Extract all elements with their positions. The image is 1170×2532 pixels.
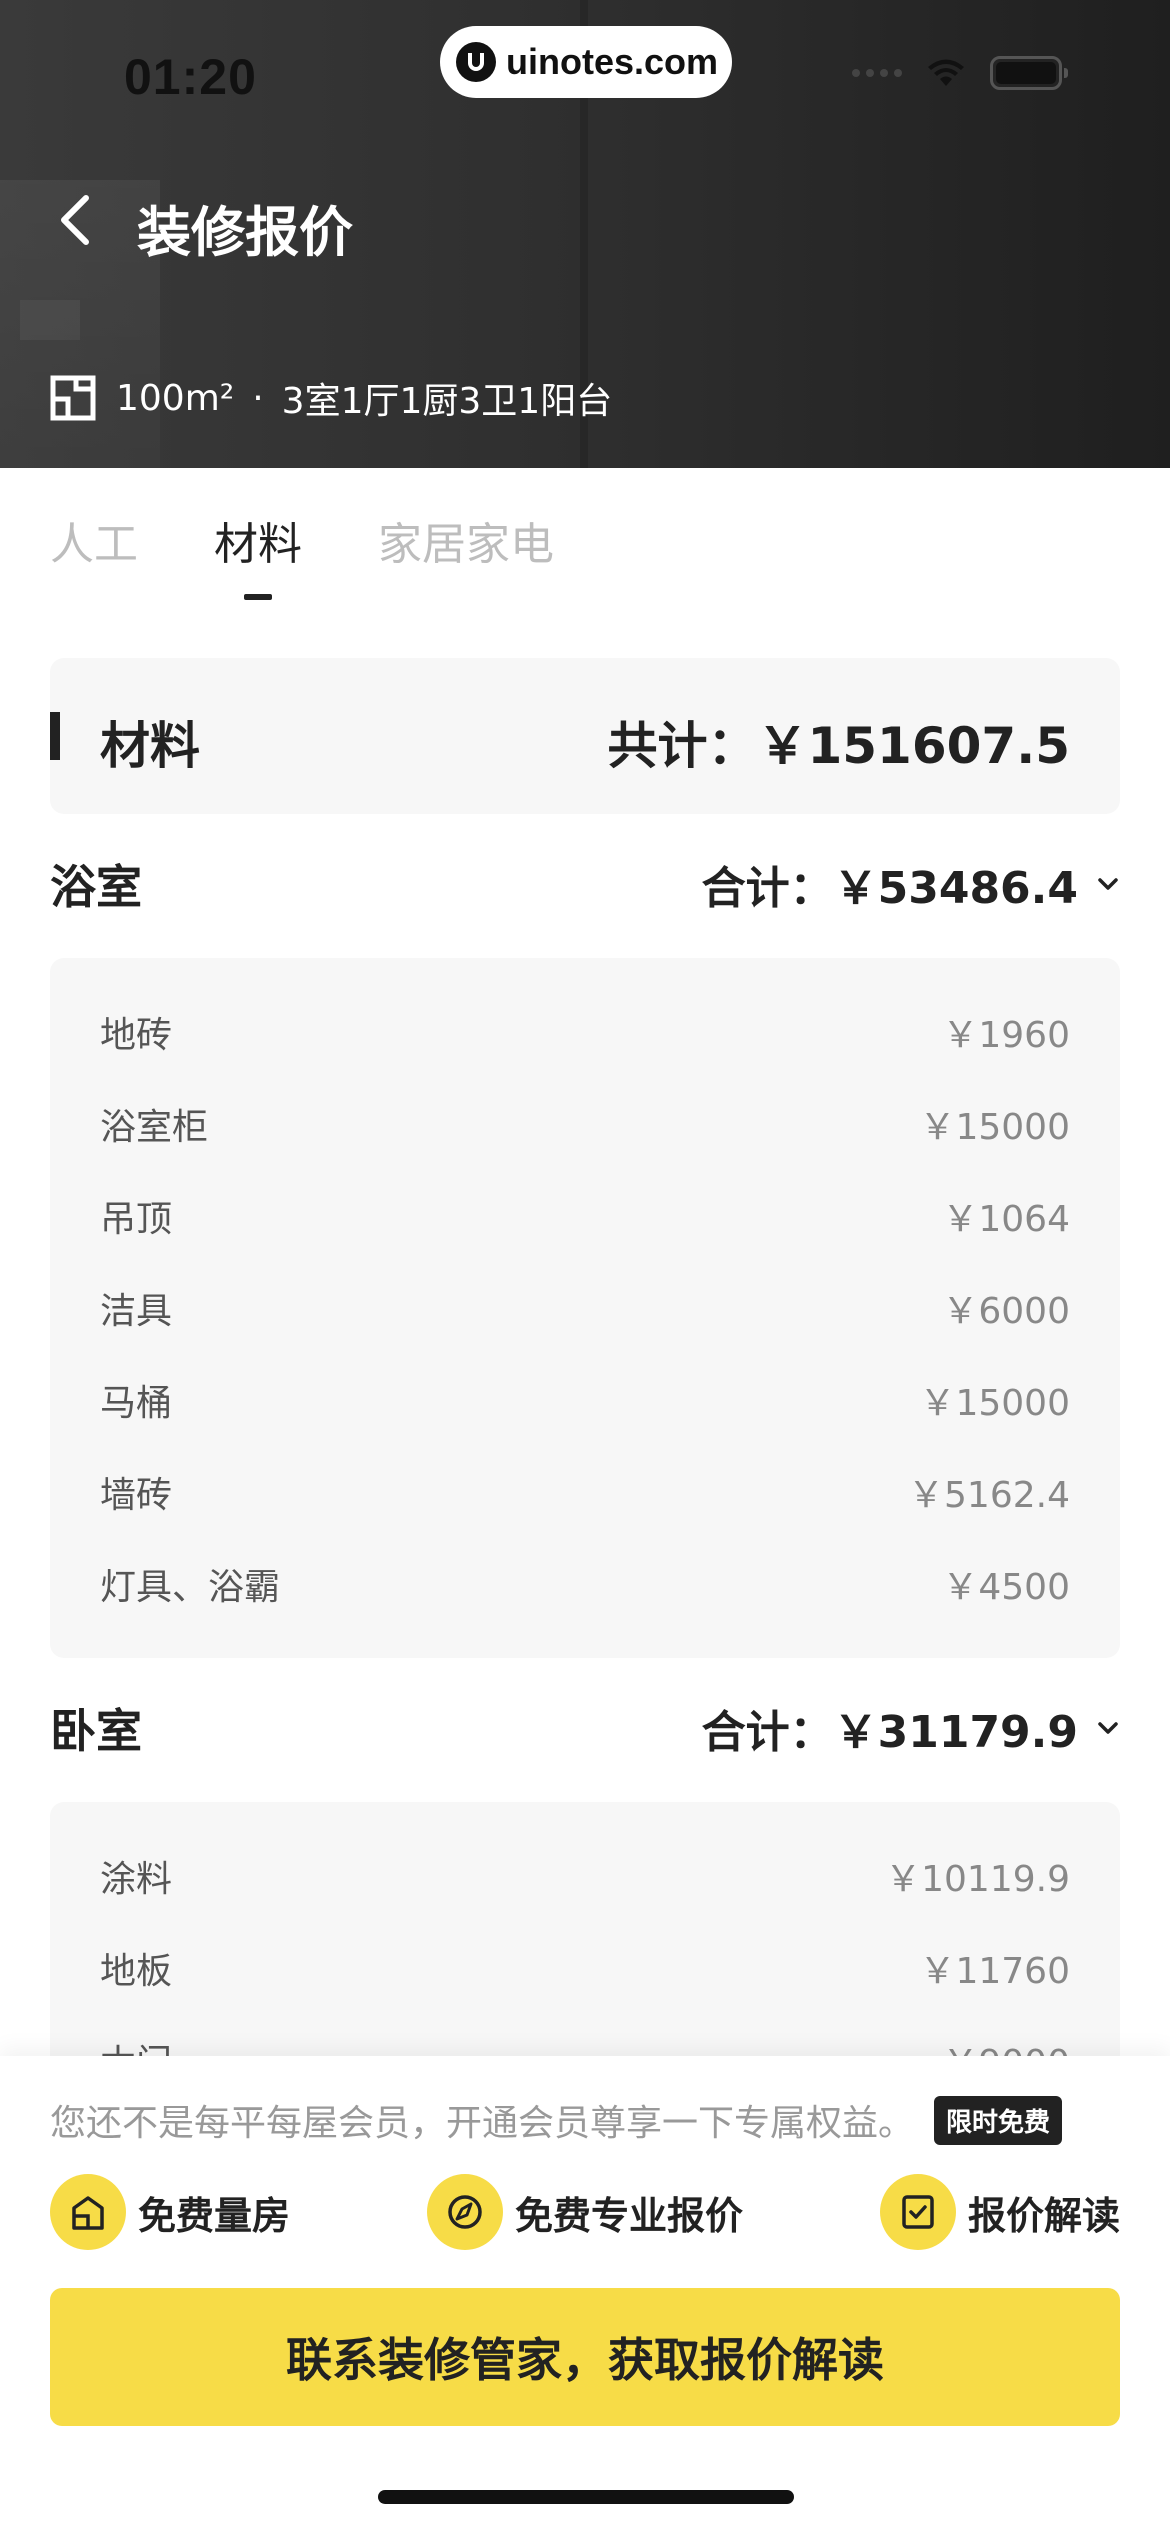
item-name: 吊顶 xyxy=(100,1199,173,1240)
list-item: 马桶 ￥15000 xyxy=(100,1354,1070,1446)
section-header-bedroom: 卧室 合计： ￥31179.9 xyxy=(50,1698,1120,1758)
item-price: ￥10119.9 xyxy=(885,1859,1070,1900)
category-tabs: 人工 材料 家居家电 xyxy=(50,508,630,578)
bathroom-items-card: 地砖 ￥1960 浴室柜 ￥15000 吊顶 ￥1064 洁具 ￥6000 马桶… xyxy=(50,958,1120,1658)
summary-accent-bar xyxy=(50,712,60,760)
subtotal-label: 合计： xyxy=(701,1707,834,1758)
subtotal-value: ￥31179.9 xyxy=(833,1707,1078,1758)
feature-free-measure[interactable]: 免费量房 xyxy=(50,2174,290,2250)
item-price: ￥5162.4 xyxy=(908,1475,1070,1516)
chevron-left-icon xyxy=(61,195,89,245)
tab-furniture-appliances[interactable]: 家居家电 xyxy=(378,508,554,578)
section-subtotal-toggle[interactable]: 合计： ￥31179.9 xyxy=(702,1696,1120,1760)
feature-free-quote[interactable]: 免费专业报价 xyxy=(426,2174,743,2250)
item-price: ￥15000 xyxy=(919,1383,1070,1424)
item-name: 涂料 xyxy=(100,1859,173,1900)
tab-labor[interactable]: 人工 xyxy=(50,508,138,578)
list-item: 灯具、浴霸 ￥4500 xyxy=(100,1538,1070,1630)
page-title: 装修报价 xyxy=(137,201,353,264)
item-price: ￥11760 xyxy=(919,1951,1070,1992)
summary-title: 材料 xyxy=(100,717,200,775)
summary-total-value: ￥151607.5 xyxy=(757,717,1070,775)
membership-text: 您还不是每平每屋会员，开通会员尊享一下专属权益。 xyxy=(50,2103,915,2144)
service-features: 免费量房 免费专业报价 报价解读 xyxy=(50,2172,1120,2252)
status-time: 01:20 xyxy=(124,49,257,105)
list-item: 吊顶 ￥1064 xyxy=(100,1170,1070,1262)
home-indicator xyxy=(378,2490,794,2504)
checklist-icon xyxy=(902,2195,934,2229)
house-info: 100m² · 3室1厅1厨3卫1阳台 xyxy=(50,372,612,424)
feature-label: 免费量房 xyxy=(138,2193,291,2238)
list-item: 地砖 ￥1960 xyxy=(100,986,1070,1078)
bottom-action-panel: 您还不是每平每屋会员，开通会员尊享一下专属权益。 限时免费 免费量房 免费专业报… xyxy=(0,2056,1170,2532)
list-item: 涂料 ￥10119.9 xyxy=(100,1830,1070,1922)
watermark-text: uinotes.com xyxy=(506,41,719,82)
contact-manager-button[interactable]: 联系装修管家，获取报价解读 xyxy=(50,2288,1120,2426)
item-name: 地板 xyxy=(100,1951,173,1992)
house-icon xyxy=(72,2196,104,2230)
item-price: ￥1960 xyxy=(942,1015,1070,1056)
item-price: ￥6000 xyxy=(942,1291,1070,1332)
item-name: 浴室柜 xyxy=(100,1107,209,1148)
feature-quote-interpretation[interactable]: 报价解读 xyxy=(879,2174,1120,2250)
list-item: 浴室柜 ￥15000 xyxy=(100,1078,1070,1170)
house-layout: 3室1厅1厨3卫1阳台 xyxy=(281,381,613,422)
summary-total: 共计：￥151607.5 xyxy=(607,706,1070,778)
summary-total-label: 共计： xyxy=(607,717,758,775)
cellular-signal-icon xyxy=(852,69,902,77)
limited-free-badge: 限时免费 xyxy=(934,2095,1063,2145)
feature-label: 报价解读 xyxy=(967,2193,1120,2238)
list-item: 墙砖 ￥5162.4 xyxy=(100,1446,1070,1538)
battery-icon xyxy=(990,56,1068,90)
chevron-down-icon xyxy=(1098,1722,1118,1734)
feature-label: 免费专业报价 xyxy=(514,2193,743,2238)
membership-notice[interactable]: 您还不是每平每屋会员，开通会员尊享一下专属权益。 限时免费 xyxy=(50,2094,1063,2146)
item-name: 马桶 xyxy=(100,1383,173,1424)
section-subtotal-toggle[interactable]: 合计： ￥53486.4 xyxy=(702,852,1120,916)
materials-summary-card: 材料 共计：￥151607.5 xyxy=(50,658,1120,814)
item-name: 地砖 xyxy=(100,1015,173,1056)
house-area: 100m² xyxy=(116,377,235,419)
subtotal-value: ￥53486.4 xyxy=(833,863,1078,914)
item-price: ￥4500 xyxy=(942,1567,1070,1608)
item-price: ￥1064 xyxy=(942,1199,1070,1240)
tab-materials[interactable]: 材料 xyxy=(214,508,302,578)
section-title: 浴室 xyxy=(50,860,142,914)
uinotes-logo-icon xyxy=(456,42,496,82)
list-item: 洁具 ￥6000 xyxy=(100,1262,1070,1354)
item-name: 灯具、浴霸 xyxy=(100,1567,281,1608)
section-title: 卧室 xyxy=(50,1704,142,1758)
list-item: 地板 ￥11760 xyxy=(100,1922,1070,2014)
house-info-separator: · xyxy=(252,377,264,419)
watermark-pill: uinotes.com xyxy=(440,26,732,98)
compass-icon xyxy=(448,2195,482,2229)
header: 01:20 uinotes.com 装修报价 100m² · 3室1厅1厨3卫1… xyxy=(0,0,1170,468)
back-button[interactable] xyxy=(50,190,100,250)
floorplan-icon xyxy=(50,375,96,421)
item-name: 洁具 xyxy=(100,1291,173,1332)
item-price: ￥15000 xyxy=(919,1107,1070,1148)
chevron-down-icon xyxy=(1098,878,1118,890)
wifi-icon xyxy=(928,59,964,86)
status-indicators xyxy=(852,56,1068,90)
subtotal-label: 合计： xyxy=(701,863,834,914)
item-name: 墙砖 xyxy=(100,1475,173,1516)
section-header-bathroom: 浴室 合计： ￥53486.4 xyxy=(50,854,1120,914)
